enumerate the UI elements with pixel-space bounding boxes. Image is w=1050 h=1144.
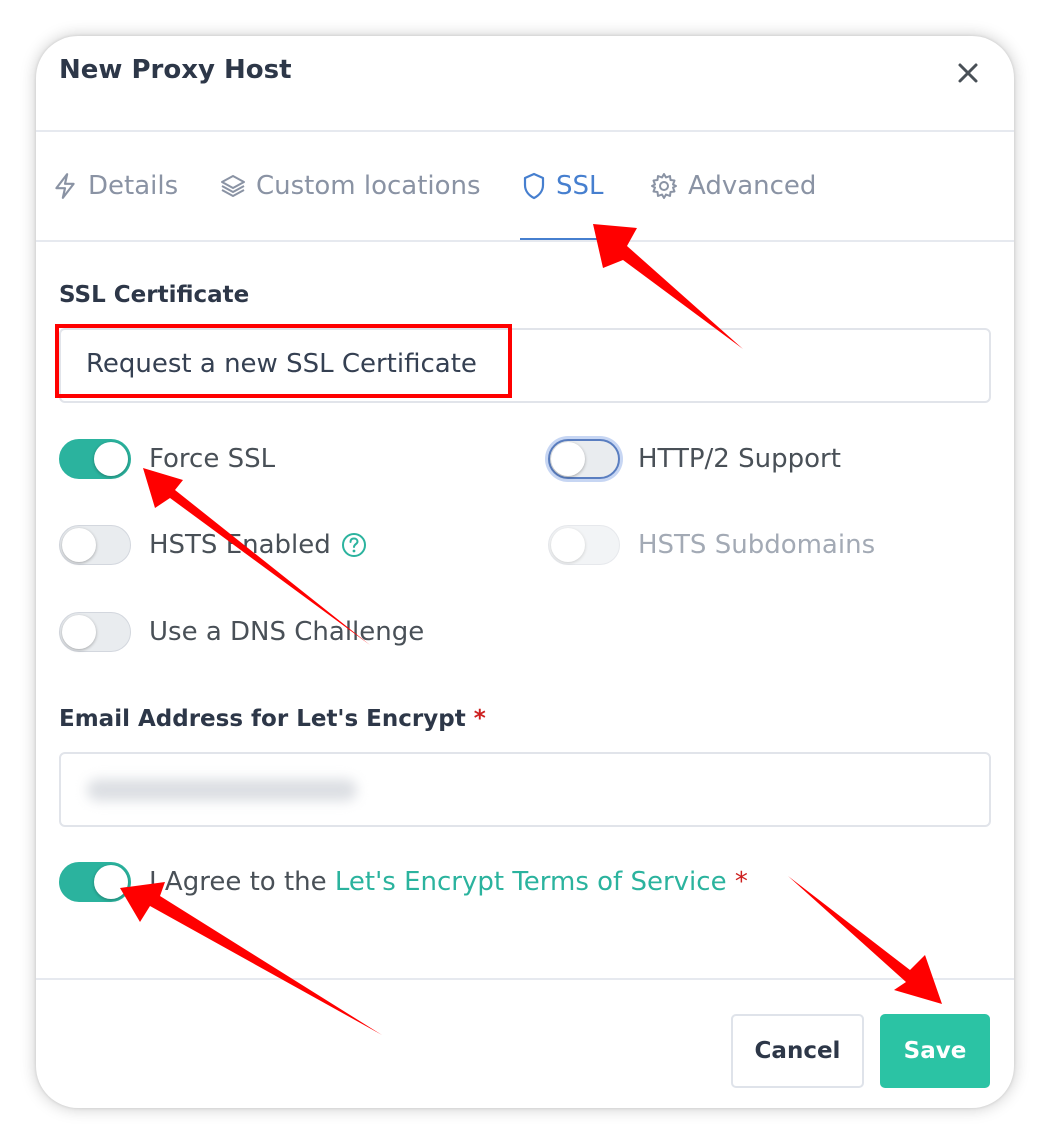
agree-tos-switch[interactable] [59,862,131,902]
http2-support-label: HTTP/2 Support [638,444,841,474]
annotation-highlight-box [55,324,512,398]
http2-support-switch[interactable] [548,439,620,479]
hsts-enabled-toggle[interactable]: HSTS Enabled [59,525,367,565]
force-ssl-switch[interactable] [59,439,131,479]
hsts-subdomains-label: HSTS Subdomains [638,530,876,560]
tab-ssl-label: SSL [556,171,604,201]
email-label: Email Address for Let's Encrypt * [59,706,486,732]
close-icon [958,63,978,83]
cancel-button[interactable]: Cancel [731,1014,864,1088]
tab-ssl[interactable]: SSL [522,168,604,204]
hsts-enabled-switch[interactable] [59,525,131,565]
force-ssl-toggle[interactable]: Force SSL [59,439,275,479]
dialog-header: New Proxy Host [36,36,1014,132]
save-button[interactable]: Save [880,1014,990,1088]
tab-bar: Details Custom locations SSL Advanced [36,130,1014,242]
ssl-certificate-label: SSL Certificate [59,282,250,308]
hsts-subdomains-toggle[interactable]: HSTS Subdomains [548,525,875,565]
layers-icon [221,175,245,197]
dns-challenge-label: Use a DNS Challenge [149,617,425,647]
dns-challenge-switch[interactable] [59,612,131,652]
agree-tos-label: I Agree to the Let's Encrypt Terms of Se… [149,867,748,897]
close-button[interactable] [953,58,983,88]
active-tab-indicator [520,238,600,240]
terms-of-service-link[interactable]: Let's Encrypt Terms of Service [335,867,727,897]
tab-advanced[interactable]: Advanced [650,168,816,204]
hsts-enabled-label: HSTS Enabled [149,530,331,560]
agree-tos-prefix: I Agree to the [149,867,327,897]
tab-advanced-label: Advanced [688,171,817,201]
email-input[interactable] [59,752,991,827]
hsts-subdomains-switch[interactable] [548,525,620,565]
agree-tos-toggle[interactable]: I Agree to the Let's Encrypt Terms of Se… [59,862,748,902]
redacted-email-value [87,779,357,801]
help-icon[interactable] [341,532,367,558]
tab-details[interactable]: Details [52,168,178,204]
new-proxy-host-dialog: New Proxy Host Details Custom locations [36,36,1014,1108]
required-marker: * [473,706,486,732]
dialog-footer: Cancel Save [36,978,1014,1108]
dns-challenge-toggle[interactable]: Use a DNS Challenge [59,612,424,652]
required-marker: * [734,867,748,897]
gear-icon [651,173,677,199]
email-label-text: Email Address for Let's Encrypt [59,706,466,732]
tab-custom-locations-label: Custom locations [256,171,481,201]
tab-custom-locations[interactable]: Custom locations [220,168,481,204]
http2-support-toggle[interactable]: HTTP/2 Support [548,439,841,479]
lightning-icon [55,173,75,199]
shield-icon [523,172,545,200]
dialog-title: New Proxy Host [59,55,292,85]
force-ssl-label: Force SSL [149,444,276,474]
tab-details-label: Details [88,171,179,201]
